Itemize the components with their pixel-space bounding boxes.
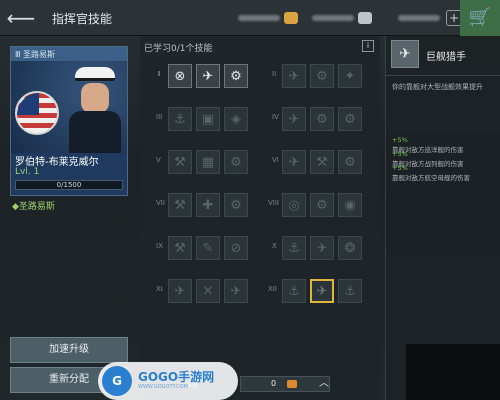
skill-tier1-a[interactable]: ⊗ (168, 64, 192, 88)
skill-name: 巨舰猎手 (426, 52, 466, 63)
back-arrow-icon[interactable]: ⟵ (6, 6, 36, 30)
skill-tier1-c[interactable]: ⚙ (224, 64, 248, 88)
row-label-10: X (272, 242, 277, 250)
skill-tier12-c[interactable]: ⚓ (338, 279, 362, 303)
skill-tier3-a[interactable]: ⚓ (168, 107, 192, 131)
cart-icon[interactable]: 🛒 (460, 0, 500, 36)
flag-emblem-icon (15, 91, 59, 135)
skill-tier5-b[interactable]: ▦ (196, 150, 220, 174)
skill-tier2-a[interactable]: ✈ (282, 64, 306, 88)
commander-level: Lvl. 1 (15, 167, 40, 177)
skill-tier3-c[interactable]: ◈ (224, 107, 248, 131)
top-bar: ⟵ 指挥官技能 + 🛒 (0, 0, 500, 36)
page-title: 指挥官技能 (52, 12, 113, 26)
skill-tier3-b[interactable]: ▣ (196, 107, 220, 131)
xp-progress: 0/1500 (15, 180, 123, 190)
skill-tier8-a[interactable]: ◎ (282, 193, 306, 217)
row-label-9: IX (156, 242, 163, 250)
torpedo-skill-icon: ✈ (391, 40, 419, 68)
speed-up-button[interactable]: 加速升级 (10, 337, 128, 363)
row-label-2: II (272, 70, 277, 78)
commander-portrait (11, 61, 127, 153)
row-label-12: XII (268, 285, 277, 293)
skill-detail-panel: ✈ 巨舰猎手 你的靠舰对大型战舰效果提升 +5% 靠舰对敌方巡洋舰的伤害 +5% 靠… (385, 36, 500, 400)
skill-tier10-b[interactable]: ✈ (310, 236, 334, 260)
row-label-5: V (156, 156, 161, 164)
resource-premium: + (398, 4, 462, 32)
skill-tier11-c[interactable]: ✈ (224, 279, 248, 303)
skill-tier7-b[interactable]: ✚ (196, 193, 220, 217)
skill-tier11-b[interactable]: ✕ (196, 279, 220, 303)
bonus-carrier: +5% 靠舰对敌方航空母舰的伤害 (392, 164, 470, 182)
row-label-8: VIII (268, 199, 279, 207)
info-icon[interactable]: i (362, 40, 374, 52)
skill-tier9-a[interactable]: ⚒ (168, 236, 192, 260)
watermark-logo: G GOGO手游网 WWW.GOGOTY.COM (98, 362, 238, 400)
skill-tier9-b[interactable]: ✎ (196, 236, 220, 260)
skill-detail-header: ✈ 巨舰猎手 (386, 36, 500, 76)
coin-icon (287, 380, 297, 388)
learned-count: 已学习0/1个技能 (144, 44, 213, 54)
skill-tier10-c[interactable]: ❂ (338, 236, 362, 260)
skill-tier4-a[interactable]: ✈ (282, 107, 306, 131)
resource-gold (312, 4, 372, 32)
skill-tier2-b[interactable]: ⚙ (310, 64, 334, 88)
skill-giant-hunter-selected[interactable]: ✈ (310, 279, 334, 303)
credits-icon (284, 12, 298, 24)
dark-overlay (406, 344, 500, 400)
row-label-6: VI (272, 156, 279, 164)
skill-tier6-c[interactable]: ⚙ (338, 150, 362, 174)
row-label-7: VII (156, 199, 165, 207)
row-label-1: I (158, 70, 161, 78)
card-tag: Ⅲ 圣路易斯 (11, 47, 127, 61)
skill-tier9-c[interactable]: ⊘ (224, 236, 248, 260)
skill-tier7-a[interactable]: ⚒ (168, 193, 192, 217)
ship-assignment: ◆圣路易斯 (12, 202, 55, 212)
row-label-11: XI (156, 285, 163, 293)
gold-icon (358, 12, 372, 24)
row-label-3: III (156, 113, 163, 121)
screen: ⟵ 指挥官技能 + 🛒 Ⅲ 圣路易斯 罗伯特-布莱克威尔 Lvl. 1 0/15… (0, 0, 500, 400)
chevron-up-icon[interactable]: ︿ (316, 376, 332, 392)
skill-tier8-b[interactable]: ⚙ (310, 193, 334, 217)
skill-tier11-a[interactable]: ✈ (168, 279, 192, 303)
skill-tier1-b[interactable]: ✈ (196, 64, 220, 88)
skill-tier6-b[interactable]: ⚒ (310, 150, 334, 174)
skill-tier5-a[interactable]: ⚒ (168, 150, 192, 174)
skill-tier8-c[interactable]: ◉ (338, 193, 362, 217)
commander-name: 罗伯特-布莱克威尔 (15, 157, 99, 168)
skill-tier5-c[interactable]: ⚙ (224, 150, 248, 174)
commander-card[interactable]: Ⅲ 圣路易斯 罗伯特-布莱克威尔 Lvl. 1 0/1500 (10, 46, 128, 196)
skills-grid-panel: 已学习0/1个技能 i I II III IV V VI VII VIII IX… (140, 36, 380, 400)
resource-credits (238, 4, 298, 32)
skill-tier2-c[interactable]: ✦ (338, 64, 362, 88)
skill-tier6-a[interactable]: ✈ (282, 150, 306, 174)
skill-description: 你的靠舰对大型战舰效果提升 (392, 83, 483, 91)
skill-tier4-b[interactable]: ⚙ (310, 107, 334, 131)
skill-tier4-c[interactable]: ⚙ (338, 107, 362, 131)
skill-tier12-a[interactable]: ⚓ (282, 279, 306, 303)
row-label-4: IV (272, 113, 279, 121)
skill-tier7-c[interactable]: ⚙ (224, 193, 248, 217)
officer-image (69, 67, 121, 153)
skill-tier10-a[interactable]: ⚓ (282, 236, 306, 260)
